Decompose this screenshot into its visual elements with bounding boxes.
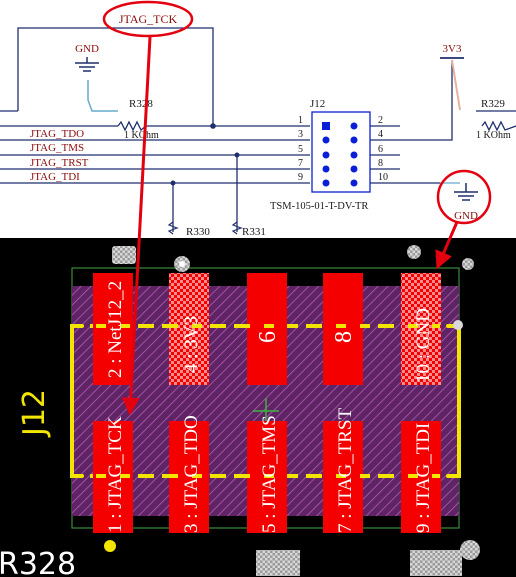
- tck-arrow: [121, 36, 152, 416]
- gnd-arrow: [435, 221, 459, 270]
- annotation-overlay: [121, 36, 459, 416]
